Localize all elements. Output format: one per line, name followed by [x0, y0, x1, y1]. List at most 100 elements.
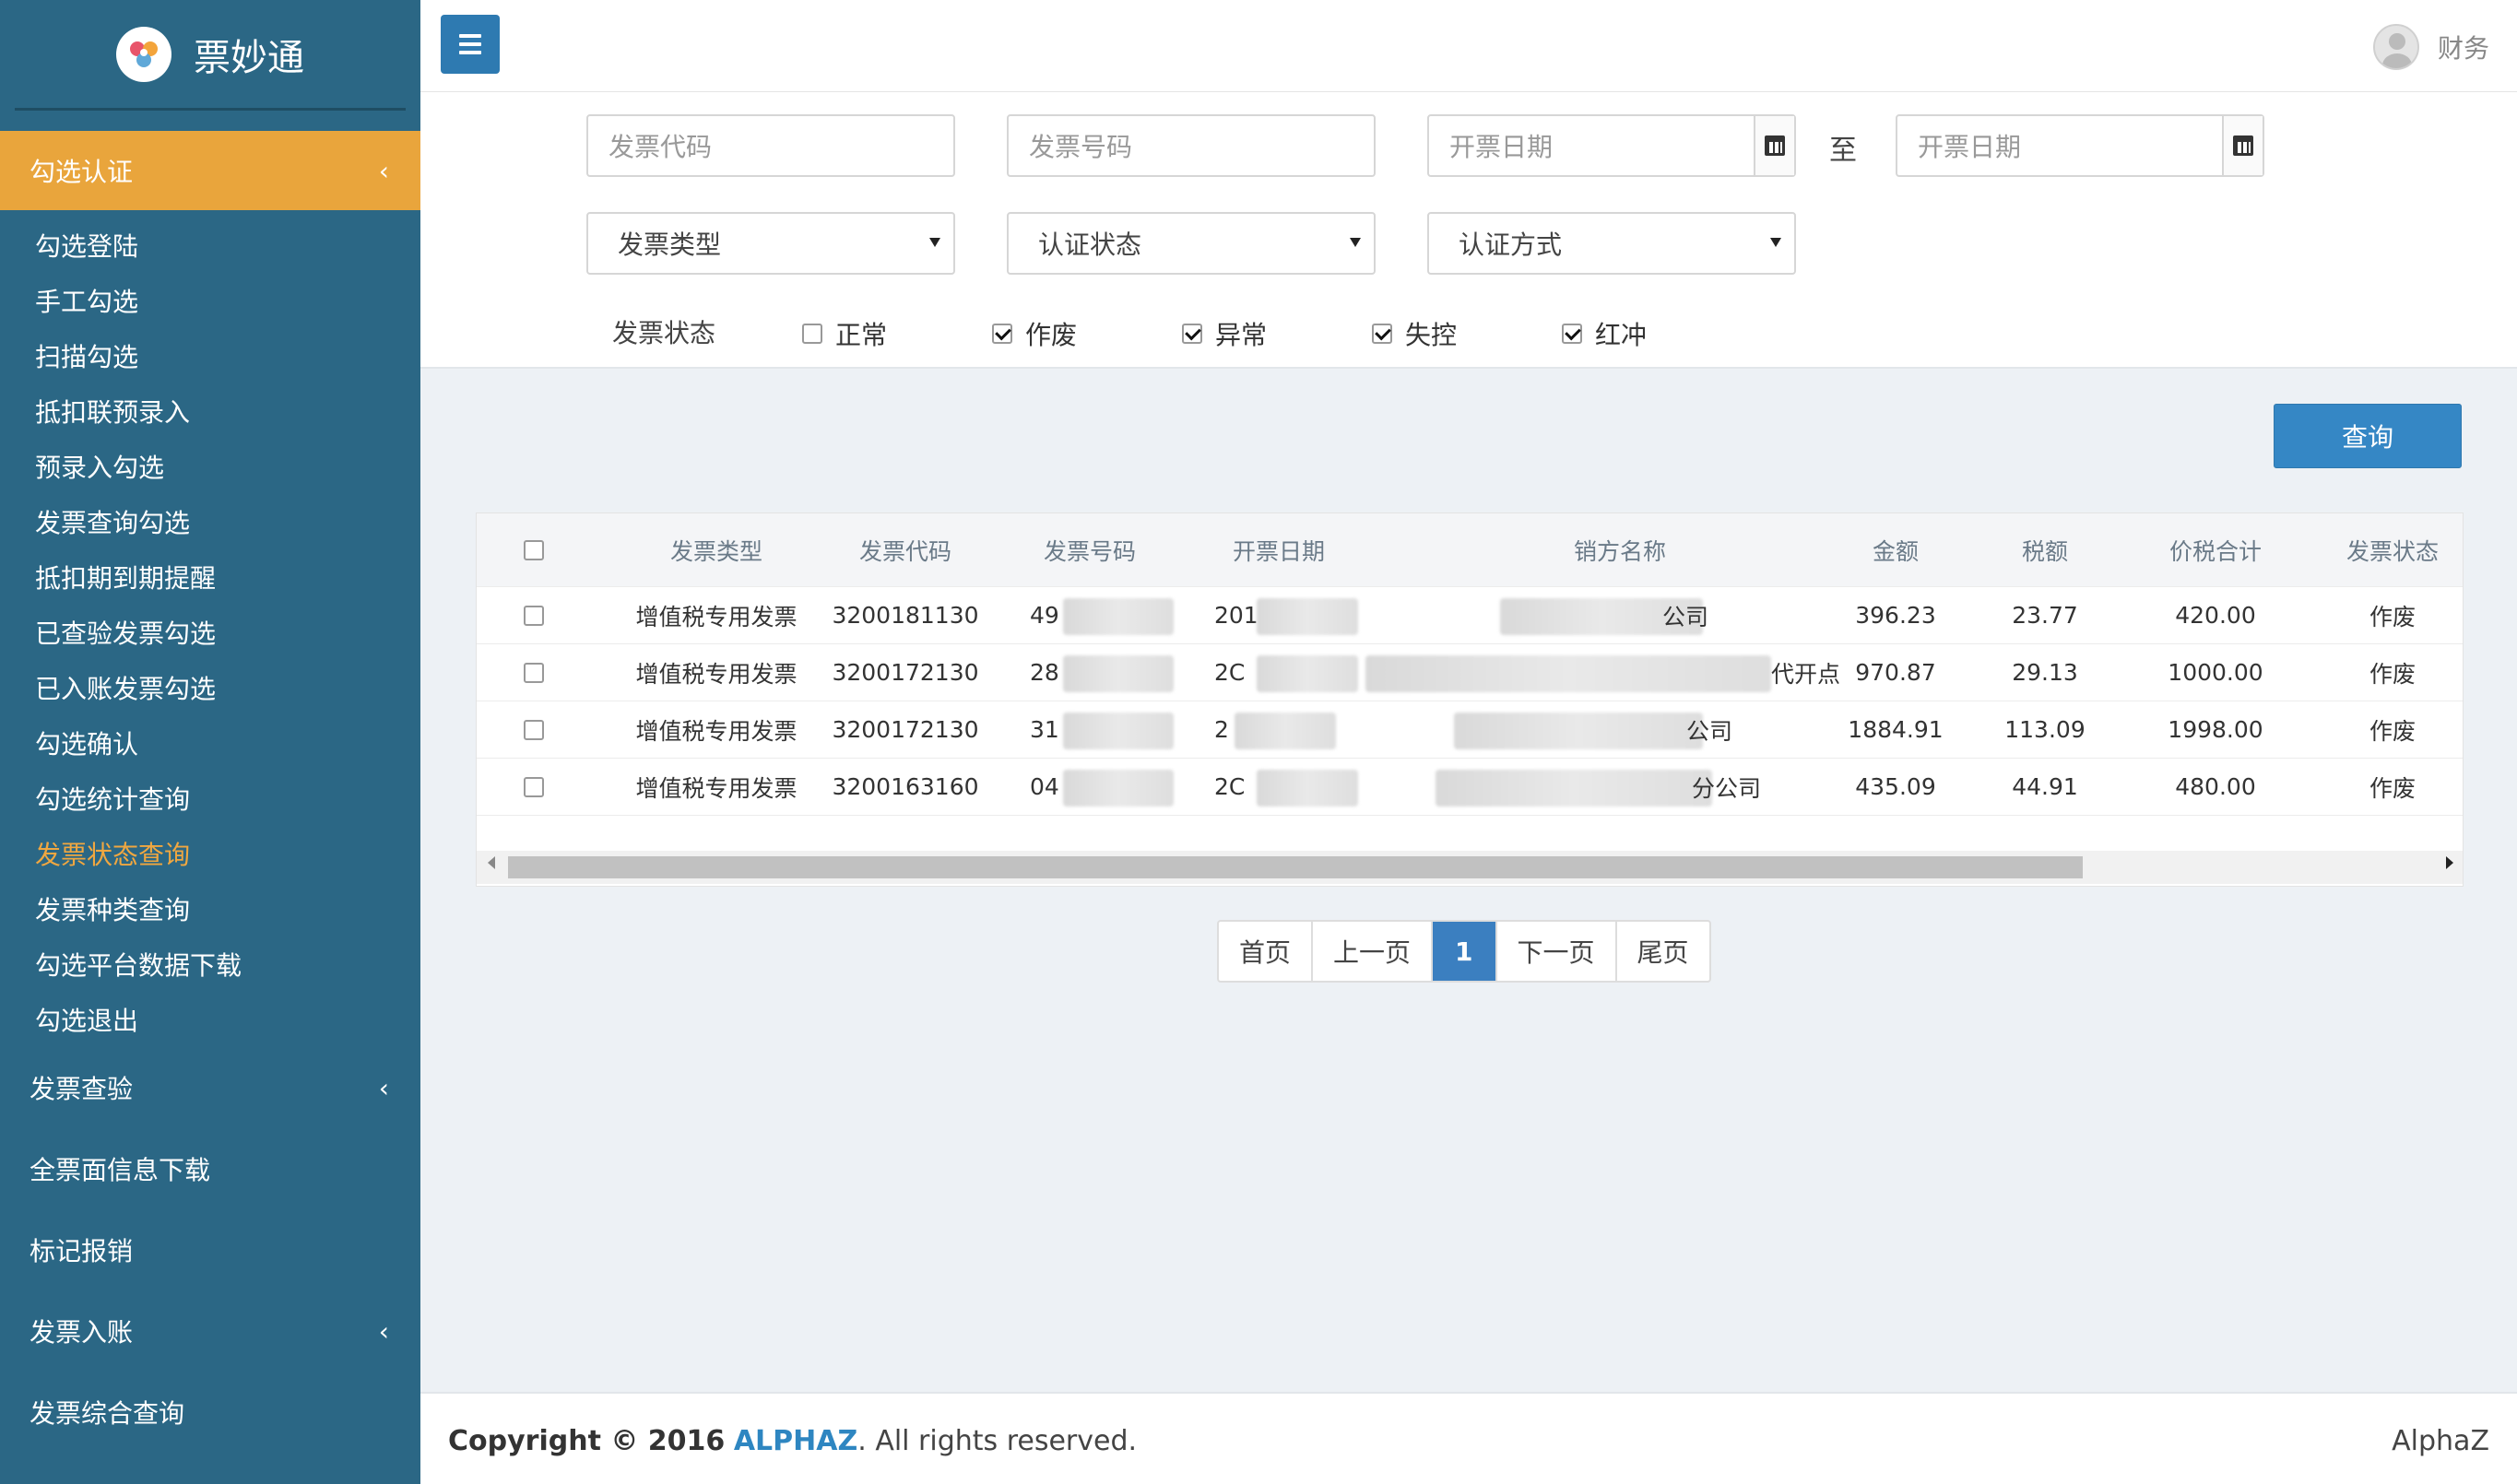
column-header[interactable]: 发票号码	[1002, 513, 1177, 586]
menu-group[interactable]: 发票综合查询	[0, 1372, 420, 1453]
cert-status-value: 认证状态	[1038, 230, 1142, 260]
checkbox-label: 红冲	[1595, 320, 1648, 350]
row-checkbox[interactable]	[524, 605, 544, 626]
cell-tax: 23.77	[2012, 602, 2078, 629]
cell-status: 作废	[2369, 603, 2416, 630]
first-page-button[interactable]: 首页	[1219, 922, 1314, 981]
cell-tax: 113.09	[2004, 716, 2086, 743]
menu-group-label: 全票面信息下载	[30, 1155, 211, 1185]
menu-toggle-icon[interactable]	[441, 15, 500, 74]
cert-status-select[interactable]: 认证状态	[1007, 212, 1376, 275]
copyright: Copyright © 2016 ALPHAZ. All rights rese…	[448, 1425, 1137, 1457]
column-header[interactable]: 发票代码	[818, 513, 993, 586]
table-row[interactable]: 增值税专用发票 3200172130 31 2 公司 1884.91 113.0…	[477, 701, 2463, 759]
cell-status: 作废	[2369, 717, 2416, 745]
sidebar-item[interactable]: 扫描勾选	[0, 328, 420, 383]
query-button[interactable]: 查询	[2274, 404, 2462, 468]
cell-amount: 435.09	[1855, 773, 1936, 800]
status-checkbox-red[interactable]: 红冲	[1562, 315, 1647, 352]
menu-group[interactable]: 全票面信息下载	[0, 1128, 420, 1209]
chevron-left-icon: ‹	[378, 1315, 389, 1347]
sidebar-item-active[interactable]: 发票状态查询	[0, 826, 420, 881]
column-header[interactable]: 价税合计	[2133, 513, 2298, 586]
sidebar-item[interactable]: 抵扣期到期提醒	[0, 549, 420, 605]
sidebar-item[interactable]: 发票种类查询	[0, 881, 420, 936]
checkbox[interactable]	[1372, 324, 1392, 344]
cell-number: 31	[1030, 716, 1059, 743]
sidebar-item[interactable]: 勾选统计查询	[0, 771, 420, 826]
sidebar-item[interactable]: 已入账发票勾选	[0, 660, 420, 715]
row-checkbox[interactable]	[524, 776, 544, 797]
table-row[interactable]: 增值税专用发票 3200172130 28 2C 代开点 970.87 29.1…	[477, 644, 2463, 701]
checkbox[interactable]	[1182, 324, 1202, 344]
user-menu[interactable]: 财务	[2372, 24, 2489, 70]
cell-tax: 44.91	[2012, 773, 2078, 800]
cell-amount: 970.87	[1855, 659, 1936, 686]
menu-group[interactable]: 标记报销	[0, 1209, 420, 1290]
calendar-button[interactable]	[1754, 116, 1794, 175]
date-range-to-label: 至	[1829, 135, 1857, 167]
menu-group-active[interactable]: 勾选认证 ‹	[0, 131, 420, 210]
sidebar-item-label: 发票查询勾选	[35, 508, 191, 538]
column-header[interactable]: 发票状态	[2321, 513, 2463, 586]
column-header[interactable]: 发票类型	[615, 513, 818, 586]
sidebar-item[interactable]: 勾选登陆	[0, 218, 420, 273]
brand[interactable]: 票妙通	[15, 0, 406, 111]
select-all-checkbox[interactable]	[524, 539, 544, 560]
sidebar-item[interactable]: 抵扣联预录入	[0, 383, 420, 439]
menu-group[interactable]: 发票查验 ‹	[0, 1047, 420, 1128]
checkbox[interactable]	[1562, 324, 1582, 344]
column-header[interactable]: 金额	[1836, 513, 1956, 586]
row-checkbox[interactable]	[524, 719, 544, 740]
column-header[interactable]: 销方名称	[1445, 513, 1795, 586]
footer: Copyright © 2016 ALPHAZ. All rights rese…	[420, 1392, 2517, 1484]
sidebar-item-label: 手工勾选	[35, 287, 139, 317]
sidebar-item[interactable]: 勾选退出	[0, 992, 420, 1047]
menu-group[interactable]: 发票入账 ‹	[0, 1290, 420, 1372]
redacted-block	[1063, 598, 1174, 635]
status-checkbox-lost[interactable]: 失控	[1372, 315, 1457, 352]
current-page-button[interactable]: 1	[1433, 922, 1497, 981]
sidebar-item[interactable]: 勾选确认	[0, 715, 420, 771]
prev-page-button[interactable]: 上一页	[1313, 922, 1434, 981]
checkbox-label: 作废	[1025, 320, 1078, 350]
next-page-button[interactable]: 下一页	[1497, 922, 1617, 981]
checkbox[interactable]	[802, 324, 822, 344]
sidebar-item[interactable]: 手工勾选	[0, 273, 420, 328]
date-from-input[interactable]: 开票日期	[1427, 114, 1796, 177]
date-to-input[interactable]: 开票日期	[1896, 114, 2264, 177]
scroll-left-icon[interactable]	[488, 856, 495, 869]
column-header[interactable]: 税额	[1985, 513, 2105, 586]
status-checkbox-abnormal[interactable]: 异常	[1182, 315, 1267, 352]
last-page-button[interactable]: 尾页	[1617, 922, 1709, 981]
scroll-right-icon[interactable]	[2446, 856, 2453, 869]
avatar	[2372, 24, 2419, 70]
invoice-number-input[interactable]: 发票号码	[1007, 114, 1376, 177]
menu-group-label: 发票综合查询	[30, 1398, 185, 1429]
column-header[interactable]: 开票日期	[1177, 513, 1380, 586]
footer-brand: AlphaZ	[2392, 1425, 2489, 1457]
table-row[interactable]: 增值税专用发票 3200163160 04 2C 分公司 435.09 44.9…	[477, 759, 2463, 816]
brand-link[interactable]: ALPHAZ	[734, 1425, 857, 1457]
checkbox[interactable]	[992, 324, 1012, 344]
cell-type: 增值税专用发票	[635, 603, 798, 630]
table-row[interactable]: 增值税专用发票 3200181130 49 201 公司 396.23 23.7…	[477, 587, 2463, 644]
sidebar-item[interactable]: 预录入勾选	[0, 439, 420, 494]
calendar-button[interactable]	[2222, 116, 2263, 175]
cert-method-select[interactable]: 认证方式	[1427, 212, 1796, 275]
invoice-type-select[interactable]: 发票类型	[586, 212, 955, 275]
sidebar-item[interactable]: 已查验发票勾选	[0, 605, 420, 660]
status-checkbox-void[interactable]: 作废	[992, 315, 1077, 352]
sidebar-item[interactable]: 发票查询勾选	[0, 494, 420, 549]
status-checkbox-normal[interactable]: 正常	[802, 315, 887, 352]
redacted-block	[1257, 598, 1358, 635]
scrollbar-thumb[interactable]	[508, 856, 2083, 878]
redacted-block	[1454, 713, 1703, 749]
invoice-code-input[interactable]: 发票代码	[586, 114, 955, 177]
caret-down-icon	[1770, 238, 1781, 247]
horizontal-scrollbar[interactable]	[477, 851, 2463, 884]
sidebar-item[interactable]: 勾选平台数据下载	[0, 936, 420, 992]
copyright-prefix: Copyright © 2016	[448, 1425, 726, 1457]
row-checkbox[interactable]	[524, 662, 544, 683]
user-name: 财务	[2437, 33, 2489, 64]
